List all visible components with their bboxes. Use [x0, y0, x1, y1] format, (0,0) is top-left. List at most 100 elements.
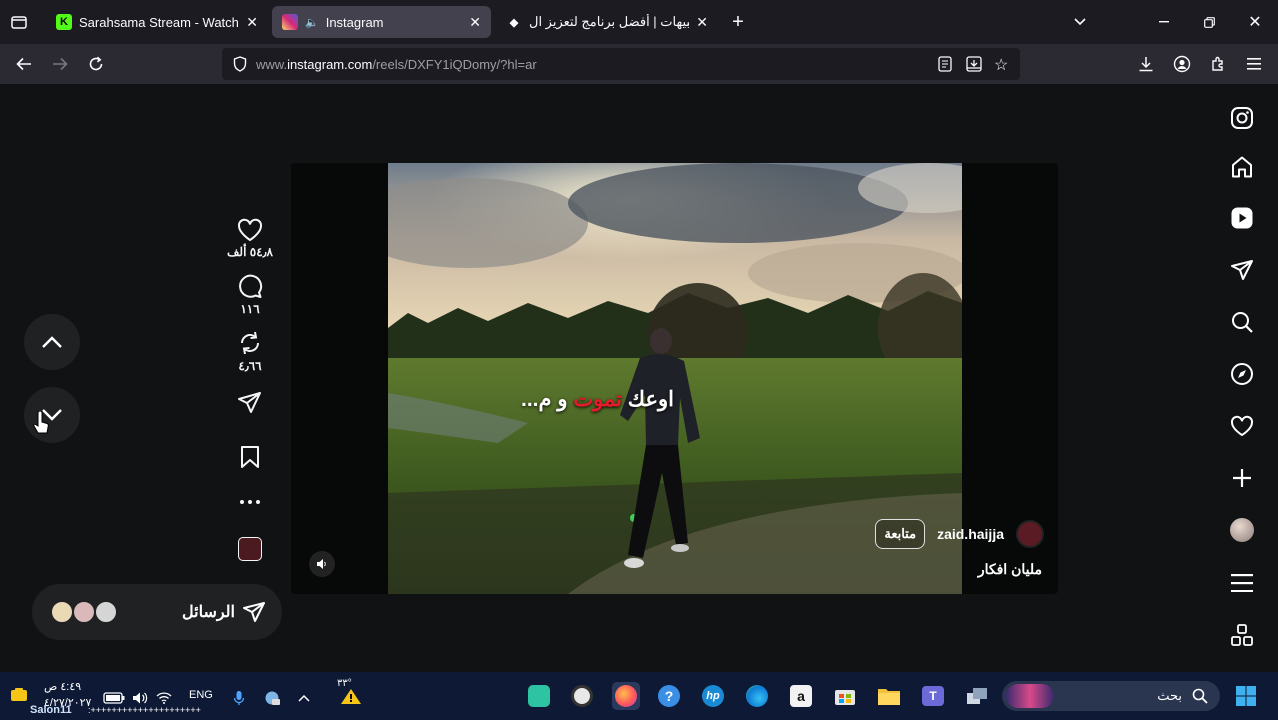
direct-messages-icon[interactable]	[1222, 250, 1262, 290]
teams-app-icon[interactable]: T	[919, 682, 947, 710]
like-count: ٥٤٫٨ ألف	[227, 245, 273, 259]
tab-instagram[interactable]: 🔈 Instagram ✕	[272, 6, 491, 38]
obs-app-icon[interactable]	[568, 682, 596, 710]
tab-sarahsama[interactable]: K Sarahsama Stream - Watch Live ✕	[46, 6, 268, 38]
avatar	[72, 600, 96, 624]
overlay-text-highlight: تموت	[573, 388, 622, 411]
store-app-icon[interactable]	[831, 682, 859, 710]
search-placeholder: بحث	[1157, 688, 1182, 703]
messages-label: الرسائل	[182, 604, 235, 621]
heart-icon	[237, 218, 262, 242]
back-arrow-icon[interactable]	[12, 52, 36, 76]
explore-icon[interactable]	[1222, 354, 1262, 394]
search-icon[interactable]	[1222, 302, 1262, 342]
send-icon	[243, 602, 265, 622]
messages-pill[interactable]: الرسائل	[32, 584, 282, 640]
tab-strip: K Sarahsama Stream - Watch Live ✕ 🔈 Inst…	[0, 0, 1278, 44]
task-view-icon[interactable]	[963, 682, 991, 710]
tab-title: التنبيهات | أفضل برنامج لتعزيز ال	[529, 14, 690, 29]
shield-icon[interactable]	[232, 56, 248, 75]
windows-taskbar: ٤:٤٩ ص ٤/٢٧/٢٠٢٧ Salon11 :++++++++++++++…	[0, 672, 1278, 720]
extensions-icon[interactable]	[1206, 52, 1230, 76]
hp-app-icon[interactable]: hp	[699, 682, 727, 710]
tab-title: Sarahsama Stream - Watch Live	[79, 14, 239, 30]
amazon-app-icon[interactable]: a	[787, 682, 815, 710]
firefox-view-icon[interactable]	[8, 12, 30, 32]
more-menu-icon[interactable]	[1222, 563, 1262, 603]
battery-icon[interactable]	[100, 684, 128, 712]
network-globe-icon[interactable]	[258, 684, 286, 712]
notifications-heart-icon[interactable]	[1222, 406, 1262, 446]
repost-icon	[241, 331, 259, 355]
avatar	[50, 600, 74, 624]
new-tab-button[interactable]: +	[726, 10, 750, 34]
chevron-up-icon	[42, 336, 62, 348]
comment-icon	[239, 274, 263, 298]
speaker-icon[interactable]: 🔈	[305, 16, 319, 29]
instagram-logo-icon[interactable]	[1222, 98, 1262, 138]
microphone-icon[interactable]	[225, 684, 253, 712]
apps-grid-icon[interactable]	[1222, 615, 1262, 655]
mobile-link-app-icon[interactable]	[525, 682, 553, 710]
navigation-toolbar: www. instagram.com/reels/DXFY1iQDomy/?hl=…	[0, 44, 1278, 84]
diamond-icon: ◆	[509, 16, 519, 29]
profile-avatar[interactable]	[1222, 510, 1262, 550]
reel-caption[interactable]: مليان افكار	[978, 561, 1042, 578]
save-to-pocket-icon[interactable]	[966, 56, 982, 75]
tab-notifications[interactable]: ◆ التنبيهات | أفضل برنامج لتعزيز ال ✕	[496, 6, 718, 38]
minimize-icon[interactable]	[1152, 10, 1176, 34]
account-icon[interactable]	[1170, 52, 1194, 76]
wifi-icon[interactable]	[150, 684, 178, 712]
instagram-icon	[282, 14, 298, 30]
reel-player[interactable]: اوعك تموت و م... متابعة zaid.haijja مليا…	[291, 163, 1058, 594]
comment-action[interactable]: ١١٦	[237, 273, 263, 316]
repost-action[interactable]: ٤٫٦٦	[237, 330, 263, 373]
taskbar-search[interactable]: بحث	[1002, 681, 1220, 711]
close-icon[interactable]: ✕	[696, 14, 708, 31]
notifications-icon[interactable]	[8, 686, 30, 704]
save-action[interactable]	[239, 445, 261, 469]
search-icon	[1192, 688, 1208, 704]
close-window-icon[interactable]: ✕	[1243, 10, 1267, 34]
url-bar[interactable]: www. instagram.com/reels/DXFY1iQDomy/?hl=…	[222, 48, 1020, 80]
start-windows-icon[interactable]	[1232, 682, 1260, 710]
audio-thumbnail[interactable]	[238, 537, 262, 561]
share-action[interactable]	[237, 391, 263, 415]
more-options[interactable]	[239, 499, 261, 505]
file-explorer-icon[interactable]	[875, 682, 903, 710]
close-icon[interactable]: ✕	[246, 14, 258, 31]
create-plus-icon[interactable]	[1222, 458, 1262, 498]
clock-time[interactable]: ٤:٤٩ ص	[44, 680, 81, 693]
reels-icon[interactable]	[1222, 198, 1262, 238]
bookmark-star-icon[interactable]: ☆	[994, 55, 1008, 75]
mute-button[interactable]	[309, 551, 335, 577]
forward-arrow-icon	[48, 52, 72, 76]
menu-icon[interactable]	[1242, 52, 1266, 76]
downloads-icon[interactable]	[1134, 52, 1158, 76]
reader-view-icon[interactable]	[938, 56, 952, 75]
restore-icon[interactable]	[1197, 10, 1221, 34]
comment-count: ١١٦	[240, 302, 260, 316]
like-action[interactable]: ٥٤٫٨ ألف	[227, 218, 273, 259]
chat-username: Salon11	[30, 704, 72, 716]
reload-icon[interactable]	[84, 52, 108, 76]
chevron-up-icon[interactable]	[290, 684, 318, 712]
firefox-app-icon[interactable]	[612, 682, 640, 710]
weather-temp: ٣٣°	[337, 678, 352, 689]
chevron-down-icon[interactable]	[1068, 10, 1092, 34]
tab-title: Instagram	[325, 14, 384, 30]
speaker-icon	[317, 559, 326, 569]
language-indicator[interactable]: ENG	[189, 689, 213, 701]
overlay-text: اوعك	[621, 388, 674, 411]
kick-icon: K	[56, 14, 72, 30]
home-icon[interactable]	[1222, 147, 1262, 187]
help-app-icon[interactable]: ?	[655, 682, 683, 710]
follow-button[interactable]: متابعة	[875, 519, 926, 549]
previous-reel-button[interactable]	[24, 314, 80, 370]
avatar[interactable]	[1016, 520, 1044, 548]
overlay-text: و م...	[521, 388, 574, 411]
username-link[interactable]: zaid.haijja	[937, 526, 1004, 542]
edge-app-icon[interactable]	[743, 682, 771, 710]
reel-author: متابعة zaid.haijja	[875, 519, 1044, 549]
close-icon[interactable]: ✕	[469, 14, 481, 31]
